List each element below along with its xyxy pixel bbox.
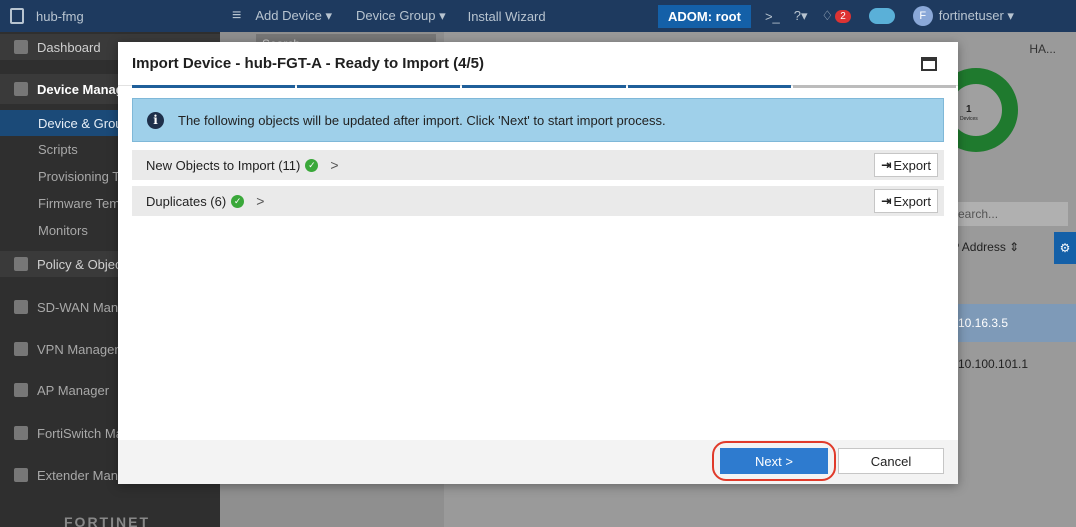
- dialog-header: Import Device - hub-FGT-A - Ready to Imp…: [118, 42, 958, 86]
- info-icon: i: [147, 111, 164, 129]
- info-message: The following objects will be updated af…: [178, 112, 666, 128]
- step-5: [792, 85, 957, 88]
- progress-steps: [132, 85, 958, 88]
- next-button[interactable]: Next >: [720, 448, 828, 474]
- new-objects-label: New Objects to Import (11): [146, 157, 301, 173]
- maximize-icon[interactable]: [921, 57, 937, 71]
- step-1: [132, 85, 296, 88]
- step-3: [462, 85, 626, 88]
- import-device-dialog: Import Device - hub-FGT-A - Ready to Imp…: [118, 42, 958, 484]
- info-banner: i The following objects will be updated …: [132, 98, 944, 142]
- list-item-duplicates[interactable]: Duplicates (6) ✓ > ⇥ Export: [132, 186, 944, 216]
- duplicates-label: Duplicates (6): [146, 193, 227, 209]
- dialog-title: Import Device - hub-FGT-A - Ready to Imp…: [132, 55, 484, 72]
- export-icon: ⇥: [881, 194, 892, 208]
- check-icon: ✓: [305, 158, 319, 172]
- export-icon: ⇥: [881, 158, 892, 172]
- export-button[interactable]: ⇥ Export: [874, 153, 938, 177]
- check-icon: ✓: [231, 194, 245, 208]
- list-item-new-objects[interactable]: New Objects to Import (11) ✓ > ⇥ Export: [132, 150, 944, 180]
- chevron-right-icon[interactable]: >: [330, 157, 338, 173]
- export-button[interactable]: ⇥ Export: [874, 189, 938, 213]
- step-4: [627, 85, 791, 88]
- chevron-right-icon[interactable]: >: [256, 193, 264, 209]
- step-2: [297, 85, 461, 88]
- cancel-button[interactable]: Cancel: [838, 448, 944, 474]
- dialog-footer: Next > Cancel: [118, 440, 958, 484]
